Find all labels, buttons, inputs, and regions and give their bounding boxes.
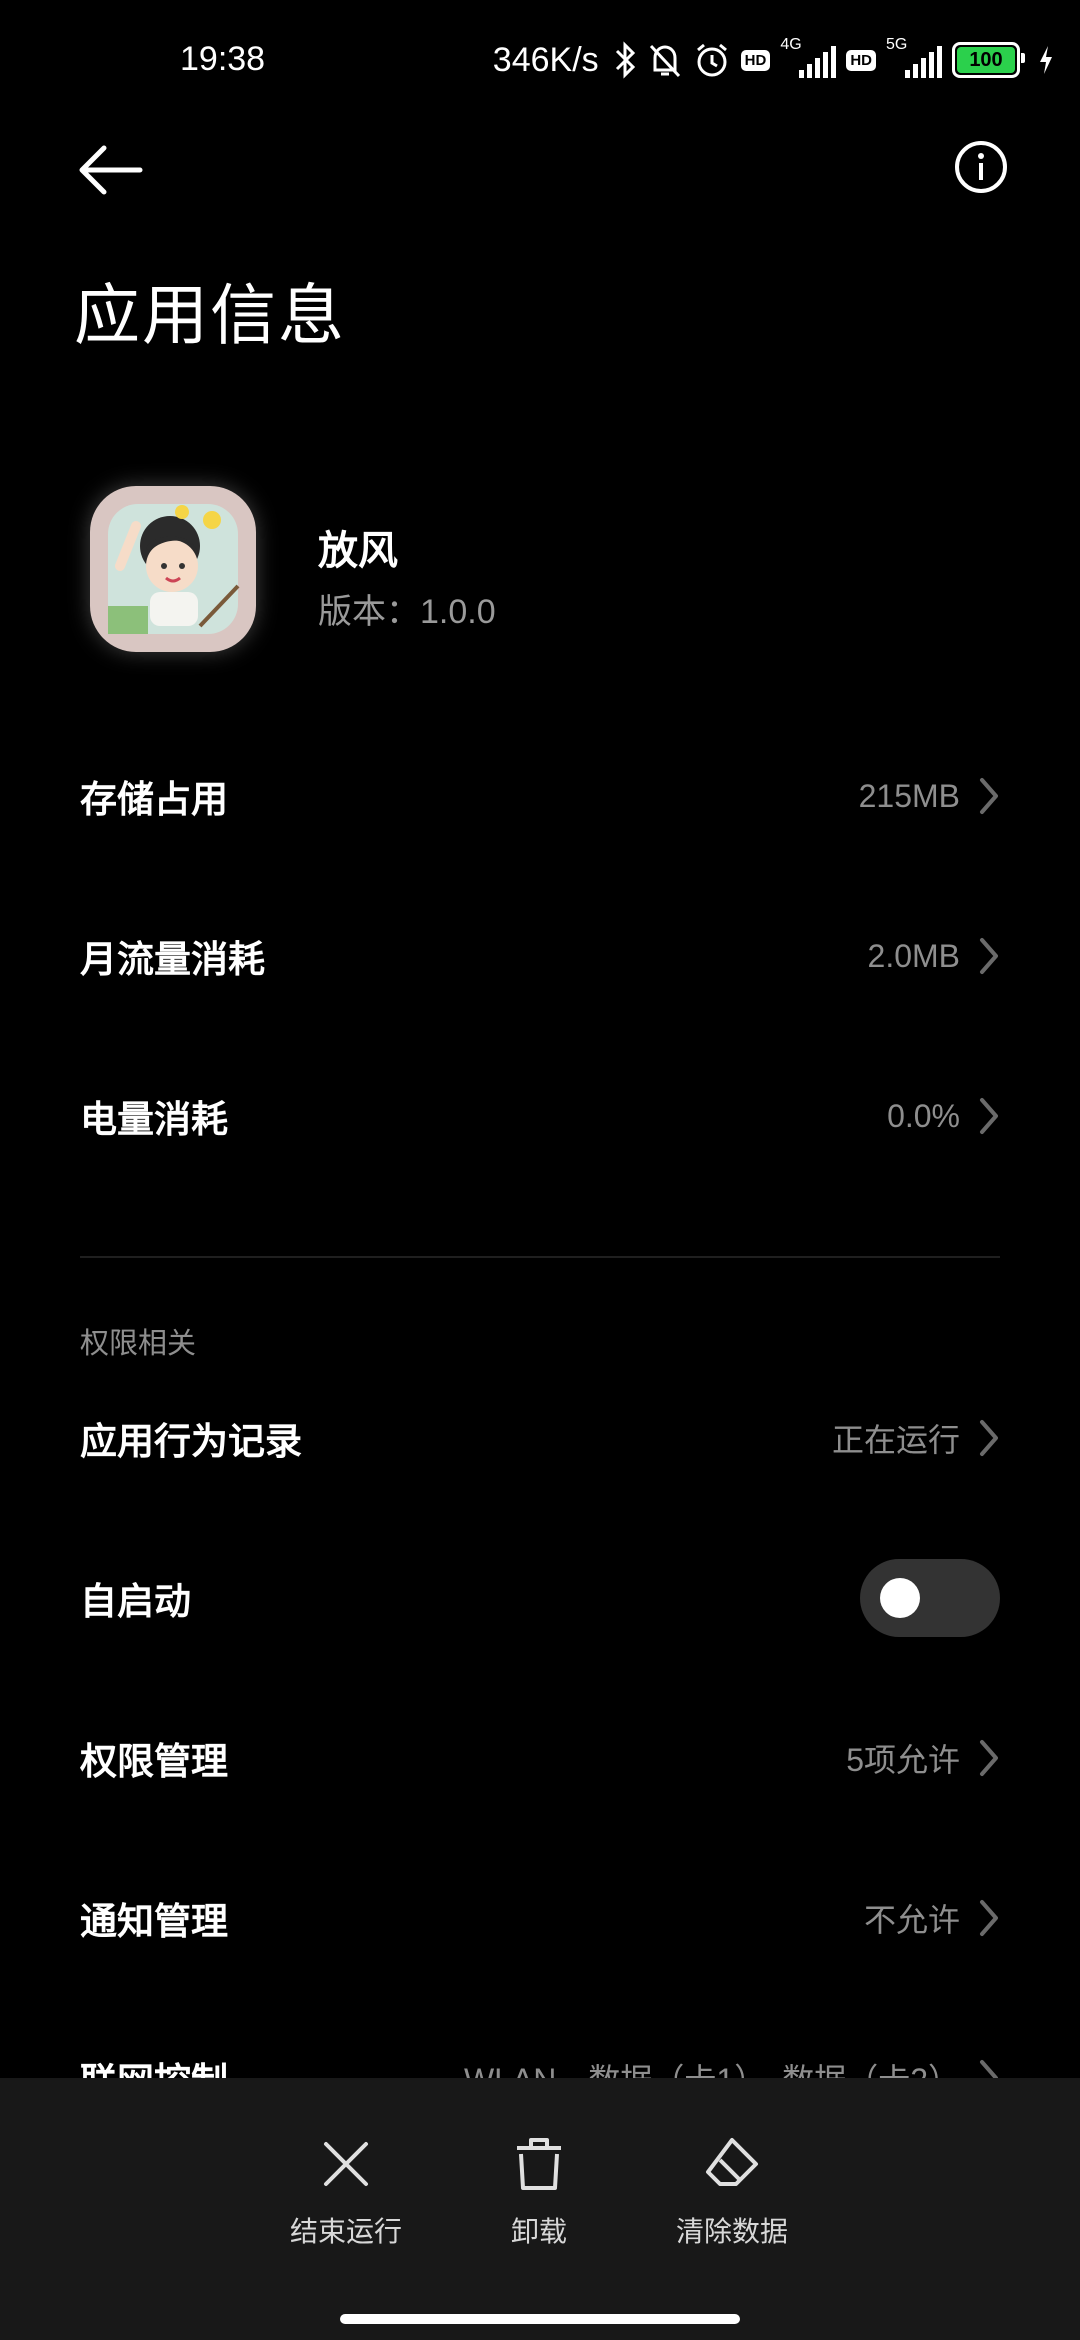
- info-icon[interactable]: [954, 140, 1008, 194]
- eraser-icon: [706, 2138, 758, 2186]
- row-data-usage[interactable]: 月流量消耗 2.0MB: [80, 906, 1000, 1006]
- chevron-right-icon: [980, 778, 998, 814]
- row-storage[interactable]: 存储占用 215MB: [80, 746, 1000, 846]
- autostart-toggle[interactable]: [860, 1559, 1000, 1637]
- home-indicator[interactable]: [340, 2314, 740, 2324]
- row-label: 月流量消耗: [80, 939, 265, 980]
- row-value: 正在运行: [831, 1422, 960, 1458]
- charging-icon: [1038, 44, 1054, 76]
- signal-icon: 4G: [780, 36, 837, 80]
- chevron-right-icon: [980, 1900, 998, 1936]
- signal-icon: 5G: [886, 36, 942, 80]
- section-title-permissions: 权限相关: [80, 1328, 197, 1360]
- app-version: 版本：1.0.0: [318, 593, 496, 631]
- row-autostart: 自启动: [80, 1548, 1000, 1648]
- row-label: 存储占用: [80, 779, 228, 820]
- close-icon: [324, 2142, 368, 2186]
- battery-level: 100: [969, 48, 1003, 71]
- battery-icon: 100: [952, 42, 1025, 78]
- bell-off-icon: [647, 40, 683, 80]
- hd-badge: HD: [846, 49, 876, 71]
- row-label: 应用行为记录: [80, 1421, 302, 1462]
- bottom-action-bar: 结束运行 卸载 清除数据: [0, 2078, 1080, 2340]
- clear-data-label: 清除数据: [675, 2216, 788, 2247]
- stop-label: 结束运行: [289, 2216, 402, 2247]
- clear-data-button[interactable]: 清除数据: [647, 2134, 817, 2250]
- row-value: 215MB: [858, 777, 960, 814]
- row-app-behavior[interactable]: 应用行为记录 正在运行: [80, 1388, 1000, 1488]
- row-label: 自启动: [80, 1581, 191, 1622]
- status-time: 19:38: [180, 40, 266, 78]
- chevron-right-icon: [980, 1098, 998, 1134]
- row-notification-management[interactable]: 通知管理 不允许: [80, 1868, 1000, 1968]
- bluetooth-icon: [613, 40, 637, 80]
- alarm-icon: [693, 40, 731, 80]
- chevron-right-icon: [980, 1420, 998, 1456]
- back-arrow-icon[interactable]: [78, 140, 144, 200]
- stop-button[interactable]: 结束运行: [261, 2134, 431, 2250]
- row-permission-management[interactable]: 权限管理 5项允许: [80, 1708, 1000, 1808]
- status-bar: 19:38 346K/s HD 4G HD 5G 100: [0, 0, 1080, 120]
- row-label: 权限管理: [80, 1741, 228, 1782]
- row-battery[interactable]: 电量消耗 0.0%: [80, 1066, 1000, 1166]
- row-value: 2.0MB: [867, 937, 960, 974]
- row-label: 通知管理: [80, 1901, 228, 1942]
- app-name: 放风: [318, 529, 398, 573]
- net-speed: 346K/s: [492, 40, 599, 79]
- row-value: 不允许: [863, 1902, 960, 1938]
- hd-badge: HD: [740, 49, 771, 71]
- row-value: 0.0%: [887, 1097, 960, 1134]
- divider: [80, 1256, 1000, 1258]
- chevron-right-icon: [980, 938, 998, 974]
- page-title: 应用信息: [74, 278, 346, 352]
- uninstall-button[interactable]: 卸载: [454, 2134, 624, 2250]
- row-value: 5项允许: [846, 1742, 960, 1778]
- app-icon: [90, 486, 256, 652]
- uninstall-label: 卸载: [510, 2216, 567, 2247]
- trash-icon: [517, 2138, 561, 2190]
- chevron-right-icon: [980, 1740, 998, 1776]
- row-label: 电量消耗: [80, 1099, 228, 1140]
- status-icons: 346K/s HD 4G HD 5G 100: [493, 36, 1054, 84]
